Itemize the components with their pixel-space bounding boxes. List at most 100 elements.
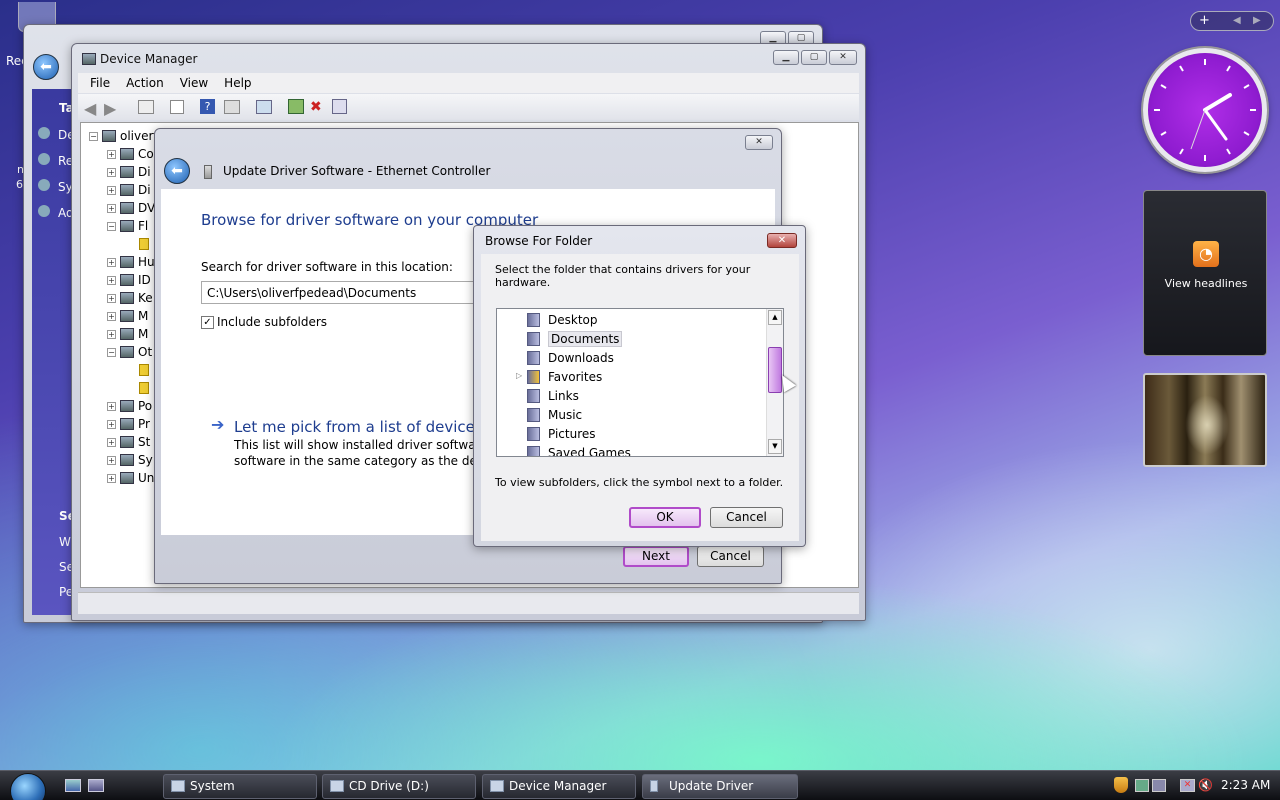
close-icon[interactable]: ✕ [829, 50, 857, 65]
tree-item[interactable]: + Sy [107, 451, 153, 469]
collapse-icon[interactable]: − [107, 347, 116, 357]
update-driver-icon[interactable] [288, 99, 304, 114]
path-input[interactable]: C:\Users\oliverfpedead\Documents [201, 281, 481, 304]
tray-volume-icon[interactable]: 🔇 [1198, 778, 1213, 792]
tree-subitem[interactable] [139, 361, 149, 379]
see-also-link-1[interactable]: W [59, 535, 71, 549]
tray-clock[interactable]: 2:23 AM [1221, 778, 1270, 792]
tree-item[interactable]: + Ke [107, 289, 153, 307]
tree-item[interactable]: + Pr [107, 415, 150, 433]
switch-windows-icon[interactable] [88, 779, 104, 792]
feed-headlines-gadget[interactable]: ◔ View headlines [1143, 190, 1267, 356]
folder-item-pictures[interactable]: Pictures [527, 425, 596, 443]
tree-subitem[interactable] [139, 235, 149, 253]
tree-item[interactable]: + Po [107, 397, 152, 415]
tree-item[interactable]: + M [107, 325, 148, 343]
maximize-icon[interactable]: ▢ [801, 50, 827, 65]
taskbar-item-system[interactable]: System [163, 774, 317, 799]
collapse-icon[interactable]: − [89, 131, 98, 141]
favorites-expand-icon[interactable]: ▷ [516, 371, 522, 380]
expand-icon[interactable]: + [107, 203, 116, 213]
folder-item-favorites[interactable]: Favorites [527, 368, 602, 386]
tree-item[interactable]: + Hu [107, 253, 155, 271]
help-icon[interactable]: ? [200, 99, 215, 114]
folder-item-documents[interactable]: Documents [527, 330, 623, 348]
tree-item[interactable]: + M [107, 307, 148, 325]
task-link-1[interactable]: De [38, 127, 75, 142]
expand-icon[interactable]: + [107, 437, 116, 447]
include-subfolders-checkbox[interactable]: ✓ Include subfolders [201, 315, 327, 329]
tray-app-icon[interactable] [1152, 779, 1166, 792]
tree-subitem[interactable] [139, 379, 149, 397]
expand-icon[interactable]: + [107, 473, 116, 483]
view-headlines-label[interactable]: View headlines [1144, 277, 1268, 290]
tree-item[interactable]: − Fl [107, 217, 148, 235]
tray-network-icon[interactable] [1135, 779, 1149, 792]
scan-icon[interactable] [256, 100, 272, 114]
forward-icon[interactable]: ▶ [104, 99, 116, 118]
scroll-up-icon[interactable]: ▲ [768, 310, 782, 325]
tree-item[interactable]: + Di [107, 181, 151, 199]
tray-shield-icon[interactable] [1114, 777, 1128, 793]
folder-item-downloads[interactable]: Downloads [527, 349, 614, 367]
tree-root[interactable]: − oliverf [89, 127, 158, 145]
expand-icon[interactable]: + [107, 401, 116, 411]
checkbox-checked-icon[interactable]: ✓ [201, 315, 214, 329]
tree-item[interactable]: + St [107, 433, 150, 451]
taskbar-item-update-driver[interactable]: Update Driver Softw... [642, 774, 798, 799]
pick-from-list-link[interactable]: Let me pick from a list of device dri [234, 418, 500, 436]
expand-icon[interactable]: + [107, 419, 116, 429]
expand-icon[interactable]: + [107, 149, 116, 159]
expand-icon[interactable]: + [107, 257, 116, 267]
scroll-down-icon[interactable]: ▼ [768, 439, 782, 454]
browse-close-button[interactable]: ✕ [767, 233, 797, 248]
tree-item[interactable]: + Di [107, 163, 151, 181]
start-button[interactable] [10, 773, 46, 800]
view-icon[interactable] [224, 100, 240, 114]
show-desktop-icon[interactable] [65, 779, 81, 792]
next-gadget-icon[interactable]: ▶ [1253, 15, 1261, 26]
menu-view[interactable]: View [180, 76, 208, 90]
clock-gadget[interactable] [1143, 48, 1267, 172]
folder-item-music[interactable]: Music [527, 406, 582, 424]
back-icon[interactable]: ◀ [84, 99, 96, 118]
expand-icon[interactable]: + [107, 167, 116, 177]
expand-icon[interactable]: + [107, 455, 116, 465]
browse-cancel-button[interactable]: Cancel [710, 507, 783, 528]
expand-icon[interactable]: + [107, 311, 116, 321]
collapse-icon[interactable]: − [107, 221, 116, 231]
expand-icon[interactable]: + [107, 275, 116, 285]
task-link-2[interactable]: Re [38, 153, 73, 168]
next-button[interactable]: Next [623, 546, 689, 567]
task-link-3[interactable]: Sy [38, 179, 73, 194]
folder-item-desktop[interactable]: Desktop [527, 311, 598, 329]
list-icon[interactable] [170, 100, 184, 114]
ok-button[interactable]: OK [629, 507, 701, 528]
uninstall-icon[interactable]: ✖ [310, 99, 322, 115]
cancel-button[interactable]: Cancel [697, 546, 764, 567]
expand-icon[interactable]: + [107, 293, 116, 303]
taskbar-item-cd-drive[interactable]: CD Drive (D:) virtio-... [322, 774, 476, 799]
taskbar-item-device-manager[interactable]: Device Manager [482, 774, 636, 799]
expand-icon[interactable]: + [107, 185, 116, 195]
folder-item-saved-games[interactable]: Saved Games [527, 444, 631, 456]
menu-file[interactable]: File [90, 76, 110, 90]
prev-gadget-icon[interactable]: ◀ [1233, 15, 1241, 26]
expand-icon[interactable]: + [107, 329, 116, 339]
tree-item[interactable]: − Ot [107, 343, 152, 361]
tree-item[interactable]: + Co [107, 145, 154, 163]
folder-item-links[interactable]: Links [527, 387, 579, 405]
menu-action[interactable]: Action [126, 76, 164, 90]
slideshow-gadget[interactable] [1143, 373, 1267, 467]
tree-item[interactable]: + DV [107, 199, 155, 217]
back-arrow-icon[interactable]: ⬅ [164, 158, 190, 184]
task-link-4[interactable]: Ad [38, 205, 74, 220]
disable-icon[interactable] [332, 99, 347, 114]
tree-item[interactable]: + Un [107, 469, 154, 487]
menu-help[interactable]: Help [224, 76, 251, 90]
properties-icon[interactable] [138, 100, 154, 114]
close-icon[interactable]: ✕ [745, 135, 773, 150]
minimize-icon[interactable]: ▁ [773, 50, 799, 65]
tree-item[interactable]: + ID [107, 271, 151, 289]
tray-network-disconnected-icon[interactable]: ✕ [1180, 779, 1195, 792]
